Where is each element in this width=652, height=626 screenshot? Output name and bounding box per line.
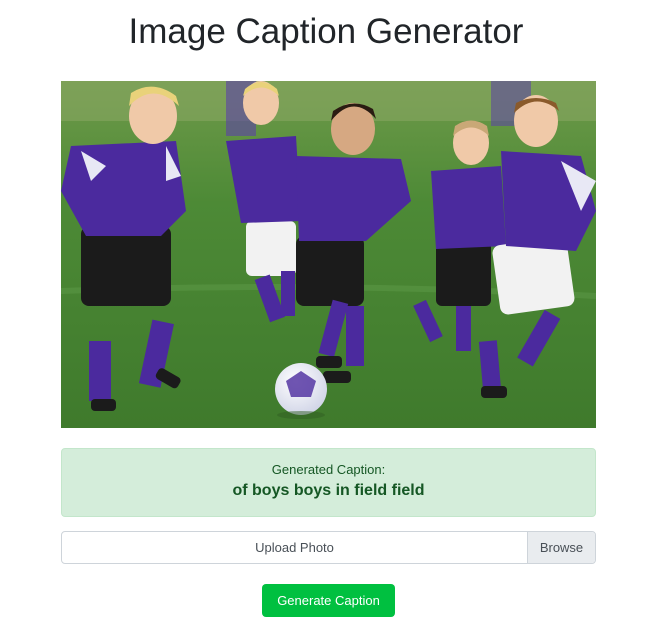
caption-result-alert: Generated Caption: of boys boys in field… — [61, 448, 596, 517]
page: Image Caption Generator Generated Captio… — [0, 0, 652, 626]
page-title: Image Caption Generator — [128, 12, 524, 51]
upload-photo-input[interactable]: Upload Photo Browse — [61, 531, 596, 564]
generate-caption-button[interactable]: Generate Caption — [262, 584, 395, 617]
uploaded-photo — [61, 81, 596, 428]
caption-label: Generated Caption: — [271, 462, 386, 477]
browse-button[interactable]: Browse — [527, 532, 595, 563]
generated-caption-text: of boys boys in field field — [232, 482, 425, 499]
upload-photo-label[interactable]: Upload Photo — [62, 532, 527, 563]
